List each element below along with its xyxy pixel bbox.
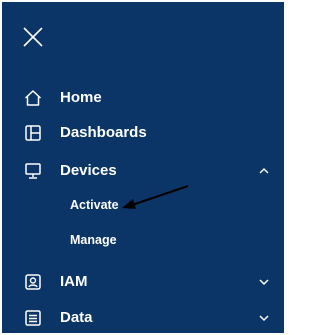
nav-item-label: IAM	[60, 273, 88, 290]
nav-item-label: Dashboards	[60, 124, 147, 141]
nav-item-data[interactable]: Data	[2, 302, 284, 333]
nav-item-label: Data	[60, 309, 93, 326]
devices-icon	[24, 162, 42, 180]
annotation-arrow	[120, 184, 192, 214]
chevron-down-icon	[258, 312, 270, 324]
sub-item-label: Activate	[70, 198, 119, 212]
data-icon	[24, 309, 42, 327]
nav-item-dashboards[interactable]: Dashboards	[2, 117, 284, 149]
close-menu-button[interactable]	[22, 26, 44, 48]
iam-icon	[24, 273, 42, 291]
close-icon	[23, 27, 43, 47]
nav-item-home[interactable]: Home	[2, 82, 284, 114]
home-icon	[24, 89, 42, 107]
sub-item-label: Manage	[70, 233, 117, 247]
nav-item-label: Home	[60, 89, 102, 106]
sub-item-manage[interactable]: Manage	[2, 227, 284, 253]
chevron-down-icon	[258, 276, 270, 288]
side-navigation-panel: Home Dashboards Devices Activate Manage …	[2, 2, 284, 333]
chevron-up-icon	[258, 165, 270, 177]
dashboards-icon	[24, 124, 42, 142]
nav-item-iam[interactable]: IAM	[2, 266, 284, 298]
nav-item-label: Devices	[60, 162, 117, 179]
nav-item-devices[interactable]: Devices	[2, 155, 284, 187]
